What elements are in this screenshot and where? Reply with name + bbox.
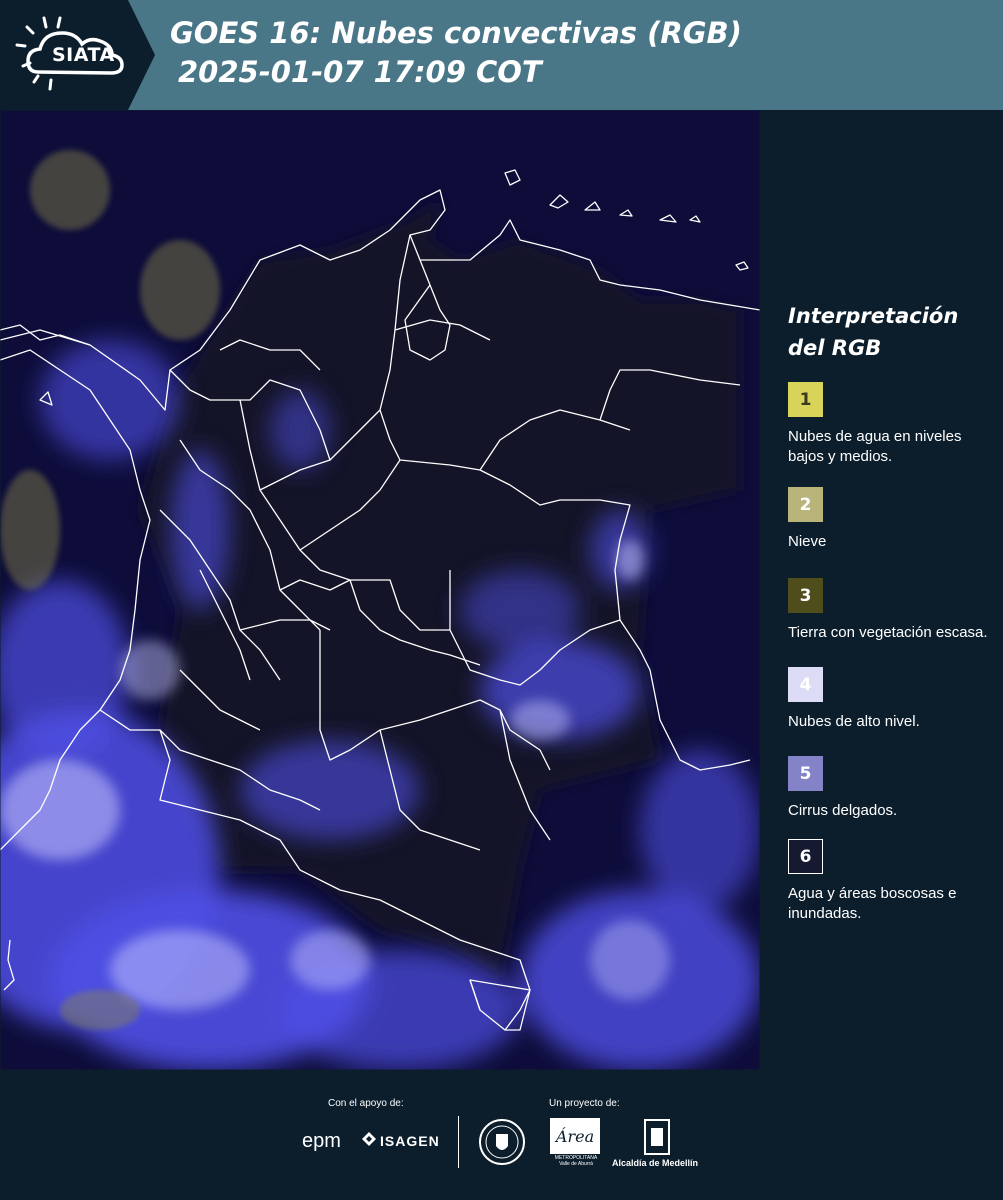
isagen-text: ISAGEN (380, 1132, 440, 1149)
legend-item-5: 5 Cirrus delgados. (788, 756, 998, 821)
isagen-logo: ISAGEN (362, 1132, 440, 1149)
legend-item-1: 1 Nubes de agua en niveles bajos y medios… (788, 382, 998, 467)
legend-swatch: 2 (788, 487, 823, 522)
legend-label: Agua y áreas boscosas e inundadas. (788, 885, 957, 922)
siata-logo: SIATA (0, 0, 158, 110)
page-title: GOES 16: Nubes convectivas (RGB) 2025-01… (170, 14, 742, 92)
alcaldia-shield-icon (643, 1118, 671, 1156)
area-logo-text: Área (554, 1126, 594, 1146)
header-bar: SIATA GOES 16: Nubes convectivas (RGB) 2… (0, 0, 1003, 110)
legend-label: Nieve (788, 533, 827, 550)
isagen-mark-icon (362, 1132, 376, 1149)
legend-label: Cirrus delgados. (788, 802, 898, 819)
support-label: Con el apoyo de: (328, 1098, 404, 1109)
footer: Con el apoyo de: Un proyecto de: epm ISA… (0, 1070, 1003, 1200)
satellite-map[interactable] (0, 110, 760, 1070)
project-label: Un proyecto de: (549, 1098, 620, 1109)
legend-title: Interpretación del RGB (788, 304, 959, 360)
siata-logo-text: SIATA (52, 44, 115, 66)
legend-label: Nubes de alto nivel. (788, 713, 920, 730)
medellin-seal-icon (478, 1118, 526, 1166)
area-metropolitana-subtext: METROPOLITANA Valle de Aburrá (554, 1155, 598, 1167)
legend-swatch: 3 (788, 578, 823, 613)
legend-item-4: 4 Nubes de alto nivel. (788, 667, 998, 732)
footer-divider (458, 1116, 459, 1168)
legend-item-2: 2 Nieve (788, 487, 998, 552)
legend-label: Tierra con vegetación escasa. (788, 624, 988, 641)
legend-swatch: 4 (788, 667, 823, 702)
rgb-legend: Interpretación del RGB 1 Nubes de agua en… (788, 300, 998, 924)
legend-item-6: 6 Agua y áreas boscosas e inundadas. (788, 839, 998, 924)
title-line-timestamp: 2025-01-07 17:09 COT (178, 55, 542, 89)
epm-logo: epm (302, 1130, 341, 1152)
legend-label: Nubes de agua en niveles bajos y medios. (788, 428, 962, 465)
title-line-product: GOES 16: Nubes convectivas (RGB) (170, 16, 742, 50)
legend-swatch: 5 (788, 756, 823, 791)
legend-items: 1 Nubes de agua en niveles bajos y medios… (788, 382, 998, 924)
alcaldia-medellin-label: Alcaldía de Medellín (612, 1158, 699, 1168)
legend-swatch: 6 (788, 839, 823, 874)
legend-swatch: 1 (788, 382, 823, 417)
legend-item-3: 3 Tierra con vegetación escasa. (788, 578, 998, 643)
